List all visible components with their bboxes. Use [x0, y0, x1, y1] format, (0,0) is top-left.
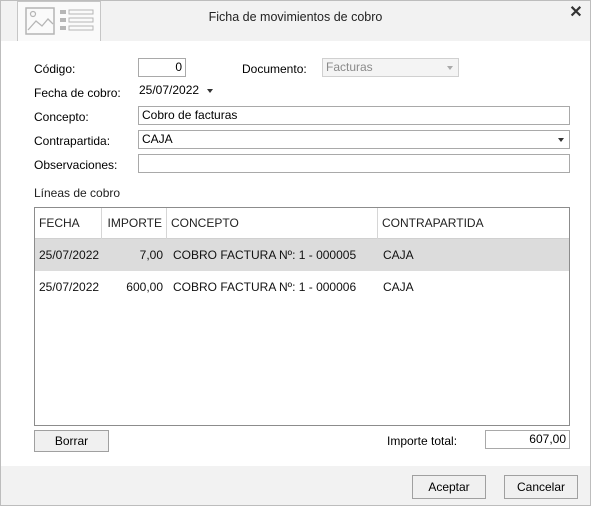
fecha-date-picker[interactable]: 25/07/2022 [136, 82, 218, 101]
lineas-section-title: Líneas de cobro [34, 186, 121, 200]
observaciones-field[interactable] [138, 154, 570, 173]
contrapartida-value: CAJA [142, 132, 173, 146]
fecha-value: 25/07/2022 [139, 83, 200, 97]
dialog-content: Código: 0 Documento: Facturas Fecha de c… [1, 41, 590, 466]
borrar-button[interactable]: Borrar [34, 430, 109, 452]
cell-contrapartida: CAJA [383, 248, 414, 262]
dialog-header: Ficha de movimientos de cobro ✕ [1, 1, 590, 43]
contrapartida-select[interactable]: CAJA [138, 130, 570, 149]
cell-concepto: COBRO FACTURA Nº: 1 - 000006 [173, 280, 357, 294]
fecha-label: Fecha de cobro: [34, 86, 121, 100]
cell-importe: 7,00 [139, 248, 163, 262]
dialog-title: Ficha de movimientos de cobro [208, 10, 383, 24]
aceptar-button[interactable]: Aceptar [412, 475, 486, 499]
cell-fecha: 25/07/2022 [39, 280, 100, 294]
column-header-contrapartida[interactable]: CONTRAPARTIDA [378, 208, 569, 239]
table-header: FECHA IMPORTE CONCEPTO CONTRAPARTIDA [35, 208, 569, 239]
close-icon[interactable]: ✕ [567, 4, 585, 22]
documento-label: Documento: [242, 62, 307, 76]
contrapartida-label: Contrapartida: [34, 134, 111, 148]
column-header-importe[interactable]: IMPORTE [102, 208, 167, 239]
dialog-footer: Aceptar Cancelar [1, 466, 590, 505]
table-row[interactable]: 25/07/2022 7,00 COBRO FACTURA Nº: 1 - 00… [35, 239, 569, 271]
codigo-field[interactable]: 0 [138, 58, 186, 77]
chevron-down-icon[interactable] [553, 131, 569, 148]
documento-value: Facturas [326, 60, 373, 74]
lineas-table[interactable]: FECHA IMPORTE CONCEPTO CONTRAPARTIDA 25/… [34, 207, 570, 426]
documento-select[interactable]: Facturas [322, 58, 459, 77]
chevron-down-icon [442, 59, 458, 76]
cell-concepto: COBRO FACTURA Nº: 1 - 000005 [173, 248, 357, 262]
dialog-window: Ficha de movimientos de cobro ✕ Código: … [0, 0, 591, 506]
importe-total-label: Importe total: [387, 434, 458, 448]
concepto-field[interactable]: Cobro de facturas [138, 106, 570, 125]
cell-contrapartida: CAJA [383, 280, 414, 294]
importe-total-field: 607,00 [485, 430, 570, 449]
cell-importe: 600,00 [126, 280, 163, 294]
table-row[interactable]: 25/07/2022 600,00 COBRO FACTURA Nº: 1 - … [35, 271, 569, 303]
cancelar-button[interactable]: Cancelar [504, 475, 578, 499]
cell-fecha: 25/07/2022 [39, 248, 100, 262]
chevron-down-icon[interactable] [202, 82, 218, 99]
concepto-label: Concepto: [34, 110, 89, 124]
codigo-label: Código: [34, 62, 76, 76]
column-header-fecha[interactable]: FECHA [35, 208, 102, 239]
observaciones-label: Observaciones: [34, 158, 118, 172]
column-header-concepto[interactable]: CONCEPTO [167, 208, 378, 239]
